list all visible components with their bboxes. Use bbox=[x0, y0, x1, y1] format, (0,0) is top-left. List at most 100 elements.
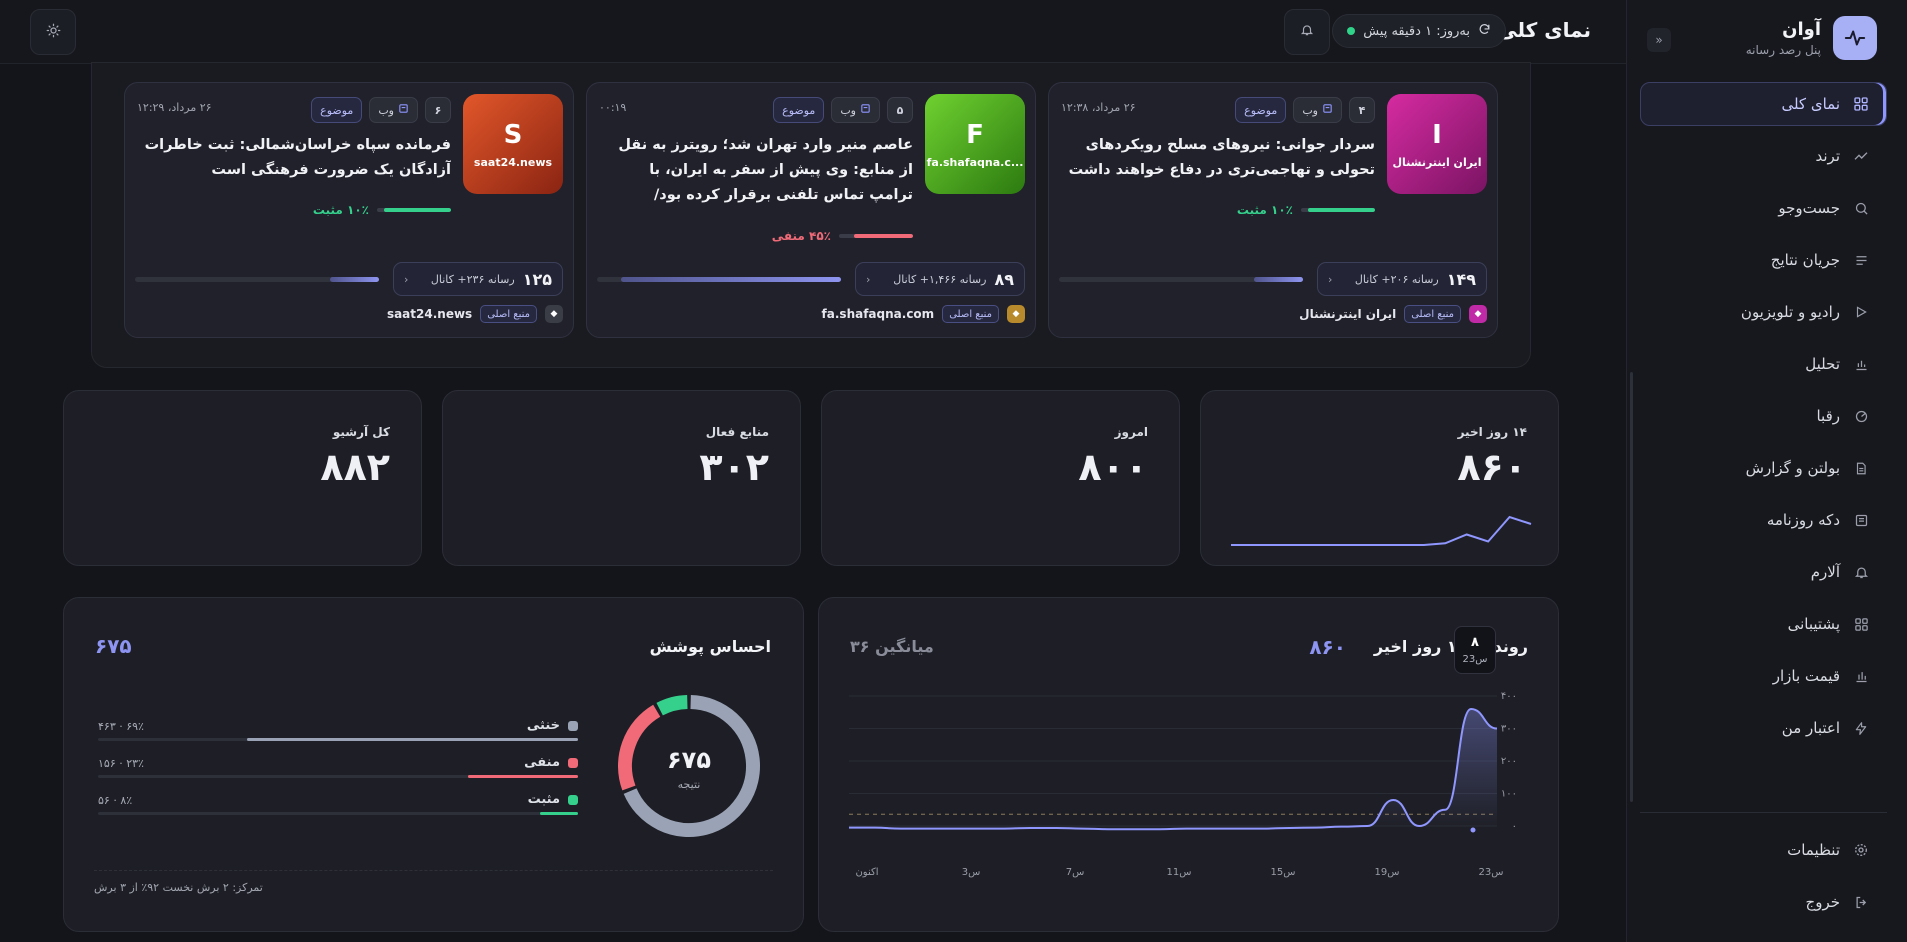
trend-chart[interactable]: ۰ ۱۰۰ ۲۰۰ ۳۰۰ ۴۰۰ اکنون 3س 7س 11س 15س 19س 23س bbox=[819, 598, 1560, 933]
sentiment-row-bar bbox=[98, 775, 578, 778]
source-mini-icon: ◆ bbox=[1469, 305, 1487, 323]
sidebar-item-trend[interactable]: ترند bbox=[1640, 134, 1887, 178]
sidebar-item-radar[interactable]: رقبا bbox=[1640, 394, 1887, 438]
play-icon bbox=[1852, 303, 1870, 321]
hover-point bbox=[1470, 827, 1476, 833]
stat-card: امروز ۸۰۰ bbox=[821, 390, 1180, 566]
sidebar-item-label: دکه روزنامه bbox=[1766, 511, 1840, 529]
collapse-sidebar-button[interactable]: » bbox=[1647, 28, 1671, 52]
logout-icon bbox=[1852, 893, 1870, 911]
sentiment-row[interactable]: خنثی ۶۹٪ · ۴۶۳ bbox=[98, 718, 578, 754]
topic-badge[interactable]: موضوع bbox=[773, 97, 825, 123]
topic-badge[interactable]: موضوع bbox=[1235, 97, 1287, 123]
main-source-badge: منبع اصلی bbox=[942, 305, 999, 323]
sentiment-donut[interactable]: ۶۷۵ نتیجه bbox=[609, 686, 769, 846]
live-status-dot bbox=[1347, 27, 1356, 35]
sentiment-row[interactable]: مثبت ۸٪ · ۵۶ bbox=[98, 792, 578, 828]
list-icon bbox=[1852, 251, 1870, 269]
sparkline-series bbox=[1231, 515, 1532, 546]
sidebar-item-bar-chart[interactable]: تحلیل bbox=[1640, 342, 1887, 386]
sentiment-row[interactable]: منفی ۲۳٪ · ۱۵۶ bbox=[98, 755, 578, 791]
card-time: ۰۰:۱۹ bbox=[599, 101, 627, 114]
sidebar-item-label: تنظیمات bbox=[1787, 841, 1840, 859]
source-logo[interactable]: F fa.shafaqna.c... bbox=[925, 94, 1025, 194]
sidebar-item-label: آلارم bbox=[1810, 563, 1840, 581]
source-logo[interactable]: I ایران اینترنشنال bbox=[1387, 94, 1487, 194]
bolt-icon bbox=[1852, 719, 1870, 737]
web-icon bbox=[860, 103, 871, 117]
sentiment-bar bbox=[839, 234, 913, 238]
sentiment-value: ۲۳٪ · ۱۵۶ bbox=[98, 757, 144, 770]
source-name: fa.shafaqna.com bbox=[821, 307, 935, 321]
notifications-button[interactable] bbox=[1284, 9, 1330, 55]
card-source[interactable]: ◆ منبع اصلی ایران اینترنشنال bbox=[1299, 305, 1487, 323]
x-tick-label: 23س bbox=[1479, 867, 1504, 878]
card-source[interactable]: ◆ منبع اصلی fa.shafaqna.com bbox=[822, 305, 1025, 323]
source-name: saat24.news bbox=[386, 307, 473, 321]
x-tick-label: 19س bbox=[1375, 867, 1400, 878]
reach-box[interactable]: ۱۴۹ رسانه ۲۰۶+ کانال ‹ bbox=[1317, 262, 1487, 296]
topic-badge[interactable]: موضوع bbox=[311, 97, 363, 123]
reach-progress bbox=[135, 277, 379, 282]
news-card[interactable]: I ایران اینترنشنال ۴ وب موضوع ۲۶ مرداد، … bbox=[1048, 82, 1498, 338]
stat-label: ۱۴ روز اخیر bbox=[1457, 425, 1527, 439]
refresh-icon bbox=[1478, 23, 1491, 40]
sidebar-item-newspaper[interactable]: دکه روزنامه bbox=[1640, 498, 1887, 542]
reach-text: رسانه ۲۳۶+ کانال bbox=[430, 272, 515, 286]
theme-toggle-button[interactable] bbox=[30, 9, 76, 55]
radar-icon bbox=[1852, 407, 1870, 425]
sidebar-item-support[interactable]: پشتیبانی bbox=[1640, 602, 1887, 646]
sentiment-bar bbox=[377, 208, 451, 212]
card-title[interactable]: سردار جوانی: نیروهای مسلح رویکردهای تحول… bbox=[1065, 133, 1375, 183]
reach-box[interactable]: ۸۹ رسانه ۱,۴۶۶+ کانال ‹ bbox=[855, 262, 1025, 296]
source-logo[interactable]: S saat24.news bbox=[463, 94, 563, 194]
sidebar-item-search[interactable]: جست‌وجو bbox=[1640, 186, 1887, 230]
focus-note: تمرکز: ۲ برش نخست ۹۲٪ از ۳ برش bbox=[94, 881, 263, 894]
count-badge: ۶ bbox=[425, 97, 451, 123]
sidebar-item-bell[interactable]: آلارم bbox=[1640, 550, 1887, 594]
sentiment-indicator: ۱۰٪ مثبت bbox=[1237, 203, 1375, 217]
type-badge[interactable]: وب bbox=[1293, 97, 1342, 123]
main-source-badge: منبع اصلی bbox=[1404, 305, 1461, 323]
donut-label: نتیجه bbox=[678, 778, 701, 791]
card-time: ۲۶ مرداد، ۱۲:۳۸ bbox=[1061, 101, 1136, 114]
reach-number: ۸۹ bbox=[994, 269, 1014, 289]
card-source[interactable]: ◆ منبع اصلی saat24.news bbox=[387, 305, 563, 323]
sidebar-item-grid[interactable]: نمای کلی bbox=[1640, 82, 1887, 126]
update-text: به‌روز: ۱ دقیقه پیش bbox=[1363, 23, 1470, 39]
stat-label: امروز bbox=[1114, 425, 1148, 439]
document-icon bbox=[1852, 459, 1870, 477]
sidebar-item-label: جریان نتایج bbox=[1770, 251, 1840, 269]
pulse-logo-icon bbox=[1833, 16, 1877, 60]
trend-panel: روند — ۱۴ روز اخیر ۸۶۰ میانگین ۳۶ ۸ 23س … bbox=[818, 597, 1559, 932]
sentiment-name: منفی bbox=[524, 755, 560, 770]
sidebar-item-document[interactable]: بولتن و گزارش bbox=[1640, 446, 1887, 490]
sentiment-indicator: ۴۵٪ منفی bbox=[772, 229, 913, 243]
sidebar-scrollbar[interactable] bbox=[1630, 372, 1633, 802]
news-card[interactable]: F fa.shafaqna.c... ۵ وب موضوع ۰۰:۱۹ عاصم… bbox=[586, 82, 1036, 338]
sentiment-total: ۶۷۵ bbox=[95, 634, 132, 658]
donut-slice-2 bbox=[656, 695, 688, 716]
sidebar-item-gear[interactable]: تنظیمات bbox=[1640, 828, 1887, 872]
card-title[interactable]: عاصم منیر وارد تهران شد؛ رویترز به نقل ا… bbox=[603, 133, 913, 208]
sidebar-item-logout[interactable]: خروج bbox=[1640, 880, 1887, 924]
sidebar-item-bolt[interactable]: اعتبار من bbox=[1640, 706, 1887, 750]
news-card[interactable]: S saat24.news ۶ وب موضوع ۲۶ مرداد، ۱۲:۲۹… bbox=[124, 82, 574, 338]
type-badge[interactable]: وب bbox=[369, 97, 418, 123]
sidebar-item-market[interactable]: قیمت بازار bbox=[1640, 654, 1887, 698]
source-name: ایران اینترنشنال bbox=[1299, 307, 1397, 321]
chevron-left-icon: ‹ bbox=[1328, 272, 1333, 286]
card-title[interactable]: فرمانده سپاه خراسان‌شمالی: ثبت خاطرات آز… bbox=[141, 133, 451, 183]
sidebar-item-list[interactable]: جریان نتایج bbox=[1640, 238, 1887, 282]
type-badge[interactable]: وب bbox=[831, 97, 880, 123]
sidebar-item-label: قیمت بازار bbox=[1772, 667, 1840, 685]
bell-icon bbox=[1852, 563, 1870, 581]
count-badge: ۴ bbox=[1349, 97, 1375, 123]
source-mini-icon: ◆ bbox=[1007, 305, 1025, 323]
sidebar-item-play[interactable]: رادیو و تلویزیون bbox=[1640, 290, 1887, 334]
reach-box[interactable]: ۱۲۵ رسانه ۲۳۶+ کانال ‹ bbox=[393, 262, 563, 296]
gear-icon bbox=[1852, 841, 1870, 859]
source-logo-name: fa.shafaqna.c... bbox=[926, 155, 1024, 169]
search-icon bbox=[1852, 199, 1870, 217]
refresh-status[interactable]: به‌روز: ۱ دقیقه پیش bbox=[1332, 14, 1506, 48]
